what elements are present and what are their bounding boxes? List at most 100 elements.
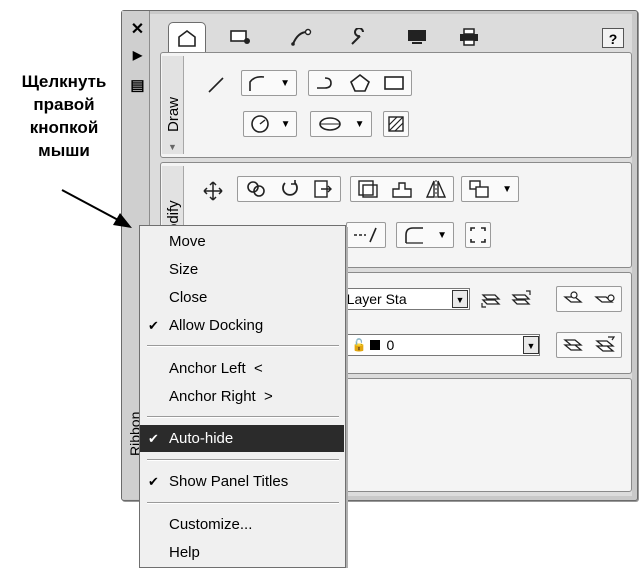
menu-item-auto-hide[interactable]: ✔ Auto-hide — [140, 425, 344, 452]
menu-item-label: Help — [169, 544, 200, 561]
layer-next-button[interactable] — [508, 286, 534, 312]
chevron-down-icon: ▼ — [354, 118, 365, 130]
polyline-tool-dropdown[interactable]: ▼ — [241, 70, 297, 96]
menu-item-allow-docking[interactable]: ✔ Allow Docking — [140, 312, 344, 339]
annotation-line: правой — [33, 95, 95, 114]
chevron-down-icon[interactable]: ▼ — [523, 336, 539, 354]
close-icon[interactable]: ✕ — [129, 21, 146, 38]
monitor-icon — [408, 30, 426, 44]
menu-separator — [147, 459, 339, 461]
tab-output[interactable] — [450, 22, 488, 52]
chevron-down-icon: ▼ — [280, 118, 291, 130]
chevron-down-icon: ▼ — [280, 77, 290, 89]
tab-home[interactable] — [168, 22, 206, 52]
panel-expand-icon[interactable]: ▼ — [168, 142, 177, 152]
ellipse-icon — [318, 117, 341, 131]
menu-separator — [147, 502, 339, 504]
layer-unisolate-icon[interactable] — [594, 289, 616, 309]
check-icon: ✔ — [148, 431, 159, 446]
annotation-line: Щелкнуть — [21, 72, 107, 91]
circle-tool-dropdown[interactable]: ▼ — [243, 111, 297, 137]
chevron-down-icon[interactable]: ▼ — [452, 290, 468, 308]
polyline-arc-icon[interactable] — [315, 74, 337, 92]
home-icon — [178, 29, 196, 47]
array-tool-dropdown[interactable]: ▼ — [461, 176, 519, 202]
layer-next-icon — [511, 290, 531, 305]
lock-icon: 🔓 — [351, 338, 367, 352]
menu-item-show-panel-titles[interactable]: ✔ Show Panel Titles — [140, 468, 344, 495]
menu-item-label: Size — [169, 261, 199, 278]
layer-previous-button[interactable] — [478, 286, 504, 312]
autohide-icon[interactable]: ▶ — [129, 47, 146, 64]
printer-icon — [460, 28, 478, 46]
fillet-tool-dropdown[interactable]: ▼ — [396, 222, 454, 248]
layer-state-combo[interactable]: d Layer Sta — [330, 288, 470, 310]
menu-item-help[interactable]: Help — [140, 539, 344, 566]
menu-item-label: Auto-hide — [169, 430, 234, 447]
layer-tools-group-2 — [556, 332, 622, 358]
menu-item-close[interactable]: Close — [140, 284, 344, 311]
rectangle-icon[interactable] — [383, 74, 405, 92]
line-tool-button[interactable] — [203, 72, 229, 98]
move-icon — [203, 181, 223, 201]
stretch-icon[interactable] — [391, 179, 413, 199]
explode-icon — [470, 227, 486, 243]
hatch-tool-button[interactable] — [383, 111, 409, 137]
draw-panel-title-text: Draw — [165, 96, 182, 132]
draw-panel-title[interactable]: Draw — [162, 56, 184, 154]
annotation-line: кнопкой — [29, 118, 99, 137]
menu-item-label: Anchor Left < — [169, 360, 263, 377]
layer-color-swatch — [370, 340, 381, 350]
help-button[interactable]: ? — [602, 28, 624, 48]
layer-change-icon[interactable] — [594, 335, 616, 355]
hatch-icon — [388, 116, 404, 132]
modify-tools-group — [237, 176, 341, 202]
chevron-down-icon: ▼ — [437, 229, 447, 241]
menu-item-anchor-right[interactable]: Anchor Right > — [140, 383, 344, 410]
offset-icon[interactable] — [357, 179, 379, 199]
ellipse-tool-dropdown[interactable]: ▼ — [310, 111, 372, 137]
menu-item-size[interactable]: Size — [140, 256, 344, 283]
menu-item-label: Show Panel Titles — [169, 473, 289, 490]
circle-icon — [250, 115, 269, 133]
tab-blocks[interactable] — [222, 22, 260, 52]
annotation-line: мыши — [38, 141, 90, 160]
properties-icon[interactable]: ▤ — [129, 77, 146, 94]
layer-match-icon[interactable] — [562, 335, 584, 355]
draw-panel — [160, 52, 632, 158]
annotate-icon — [291, 28, 312, 46]
polygon-icon[interactable] — [349, 73, 371, 93]
copy-icon[interactable] — [245, 179, 267, 199]
shape-tools-group — [308, 70, 412, 96]
check-icon: ✔ — [148, 318, 159, 333]
tab-annotate[interactable] — [282, 22, 320, 52]
layer-tools-group — [556, 286, 622, 312]
polyline-icon — [249, 76, 265, 91]
explode-tool-button[interactable] — [465, 222, 491, 248]
trim-icon[interactable] — [313, 179, 333, 199]
layer-combo[interactable]: ◉ 🔓 0 — [330, 334, 540, 356]
menu-item-anchor-left[interactable]: Anchor Left < — [140, 355, 344, 382]
layer-isolate-icon[interactable] — [562, 289, 584, 309]
menu-item-label: Allow Docking — [169, 317, 264, 334]
ribbon-tab-strip: ? — [160, 22, 632, 52]
tab-tools[interactable] — [340, 22, 378, 52]
menu-separator — [147, 416, 339, 418]
fillet-icon — [405, 227, 424, 244]
wrench-icon — [351, 28, 364, 45]
mirror-icon[interactable] — [425, 179, 447, 199]
menu-item-customize[interactable]: Customize... — [140, 511, 344, 538]
annotation-text: Щелкнуть правой кнопкой мыши — [0, 70, 128, 162]
move-tool-button[interactable] — [200, 178, 226, 204]
rotate-icon[interactable] — [280, 179, 300, 199]
menu-item-label: Customize... — [169, 516, 253, 533]
blocks-icon — [230, 30, 250, 44]
extend-tool-button[interactable] — [346, 222, 386, 248]
tab-view[interactable] — [398, 22, 436, 52]
menu-item-move[interactable]: Move — [140, 228, 344, 255]
menu-item-label: Close — [169, 289, 208, 306]
menu-separator — [147, 345, 339, 347]
layer-value: 0 — [386, 337, 395, 353]
line-icon — [208, 77, 224, 93]
check-icon: ✔ — [148, 474, 159, 489]
